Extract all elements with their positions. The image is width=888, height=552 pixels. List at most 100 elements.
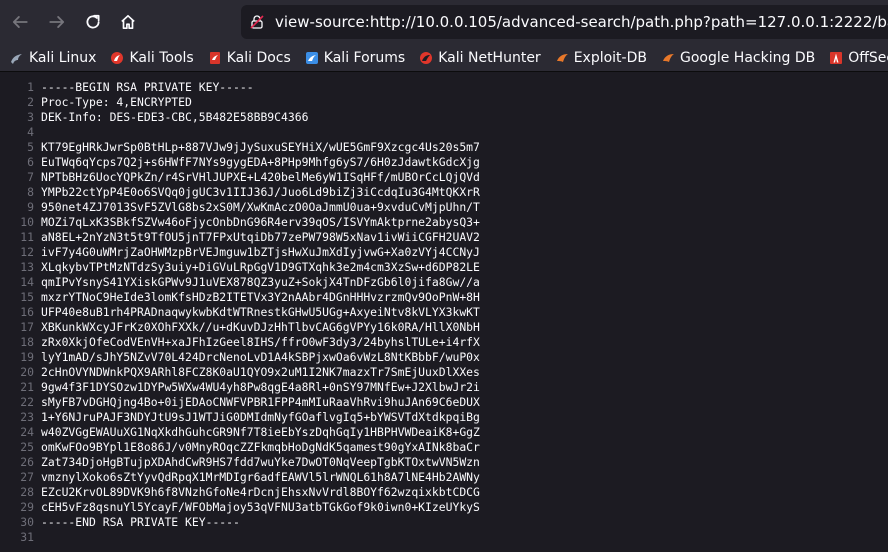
line-content: omKwFOo9BYpl1E8o86J/v0MnyROqcZZFkmqbHoDg… [41,440,480,454]
line-number: 30 [20,515,34,529]
home-icon [121,14,135,30]
source-line: 15 mxzrYTNoC9HeIde3lomKfsHDzB2ITETVx3Y2nA… [0,290,888,305]
line-content: 1+Y6NJruPAJF3NDYJtU9sJ1WTJiG0DMIdmNyfGOa… [41,410,480,424]
source-line: 26 Zat734DjoHgBTujpXDAhdCwR9HS7fdd7wuYke7… [0,455,888,470]
line-number: 3 [27,110,34,124]
source-line: 2 Proc-Type: 4,ENCRYPTED [0,95,888,110]
bookmark-exploit-db[interactable]: Exploit-DB [553,46,653,70]
line-content: ivF7y4G0uWMrjZaOHWMzpBrVEJmguw1bZTjsHwXu… [41,245,480,259]
line-content: lyY1mAD/sJhY5NZvV70L424DrcNenoLvD1A4kSBP… [41,350,480,364]
line-number: 4 [27,125,34,139]
line-content: XBKunkWXcyJFrKz0XOhFXXk//u+dKuvDJzHhTlbv… [41,320,480,334]
line-number: 24 [20,425,34,439]
line-content: cEH5vFz8qsnuYl5YcayF/WFObMajoy53qVFNU3at… [41,500,480,514]
line-content: zRx0XkjOfeCodVEnVH+xaJFhIzGeel8IHS/ffrO0… [41,335,480,349]
back-button[interactable] [6,8,34,36]
insecure-lock-icon[interactable] [249,14,265,30]
line-content: YMPb22ctYpP4E0o6SVQq0jgUC3v1IIJ36J/Juo6L… [41,185,480,199]
source-line: 14 qmIPvYsnyS41YXiskGPWv9J1uVEX878QZ3yuZ+… [0,275,888,290]
source-line: 28 EZcU2KrvOL89DVK9h6f8VNzhGfoNe4rDcnjEhs… [0,485,888,500]
line-content: w40ZVGgEWAUuXG1NqXkdhGuhcGR9Nf7T8ieEbYsz… [41,425,480,439]
forward-arrow-icon [49,16,65,28]
source-line: 24 w40ZVGgEWAUuXG1NqXkdhGuhcGR9Nf7T8ieEbY… [0,425,888,440]
bookmark-kali-tools[interactable]: Kali Tools [108,46,199,70]
bookmark-kali-docs[interactable]: Kali Docs [206,46,297,70]
source-view[interactable]: 1 -----BEGIN RSA PRIVATE KEY----- 2 Proc-Ty… [0,80,888,545]
line-content: vmznylXoko6sZtYyvQdRpqX1MrMDIgr6adfEAWVl… [41,470,480,484]
source-line: 29 cEH5vFz8qsnuYl5YcayF/WFObMajoy53qVFNU3… [0,500,888,515]
line-number: 5 [27,140,34,154]
line-number: 16 [20,305,34,319]
source-line: 8 YMPb22ctYpP4E0o6SVQq0jgUC3v1IIJ36J/Juo6… [0,185,888,200]
line-number: 31 [20,530,34,544]
line-content: KT79EgHRkJwrSp0BtHLp+887VJw9jJySuxuSEYHi… [41,140,480,154]
source-line: 31 [0,530,888,545]
source-line: 7 NPTbBHz6UocYQPkZn/r4SrVHlJUPXE+L420belM… [0,170,888,185]
bookmark-kali-linux[interactable]: Kali Linux [8,46,102,70]
source-line: 12 ivF7y4G0uWMrjZaOHWMzpBrVEJmguw1bZTjsHw… [0,245,888,260]
back-arrow-icon [12,16,28,28]
source-line: 6 EuTWq6qYcps7Q2j+s6HWfF7NYs9gygEDA+8PHp9… [0,155,888,170]
line-content: UFP40e8uB1rh4PRADnaqwykwbKdtWTRnestkGHwU… [41,305,480,319]
line-number: 7 [27,170,34,184]
line-content: EZcU2KrvOL89DVK9h6f8VNzhGfoNe4rDcnjEhsxN… [41,485,480,499]
source-line: 18 zRx0XkjOfeCodVEnVH+xaJFhIzGeel8IHS/ffr… [0,335,888,350]
kali-dragon-icon [11,53,22,64]
line-number: 14 [20,275,34,289]
bookmark-offsec[interactable]: OffSec [827,46,888,70]
line-content: DEK-Info: DES-EDE3-CBC,5B482E58BB9C4366 [41,110,309,124]
bookmark-label: OffSec [848,49,888,66]
bookmark-label: Kali Forums [323,49,406,66]
source-line: 9 950net4ZJ7013SvF5ZVlG8bs2xS0M/XwKmAczO0… [0,200,888,215]
line-content: sMyFB7vDGHQjng4Bo+0ijEDAoCNWFVPBR1FPP4mM… [41,395,480,409]
bookmark-kali-forums[interactable]: Kali Forums [303,46,411,70]
line-number: 8 [27,185,34,199]
ghdb-icon [662,53,674,62]
source-line: 16 UFP40e8uB1rh4PRADnaqwykwbKdtWTRnestkGH… [0,305,888,320]
source-line: 10 MOZi7qLxK3SBkfSZVw46oFjycOnbDnG96R4erv… [0,215,888,230]
source-line: 3 DEK-Info: DES-EDE3-CBC,5B482E58BB9C4366 [0,110,888,125]
offsec-icon [830,51,843,64]
url-bar[interactable]: view-source:http://10.0.0.105/advanced-s… [241,5,888,39]
bookmark-google-hacking-db[interactable]: Google Hacking DB [659,46,821,70]
source-line: 19 lyY1mAD/sJhY5NZvV70L424DrcNenoLvD1A4kS… [0,350,888,365]
line-number: 15 [20,290,34,304]
reload-icon [86,14,100,29]
line-number: 17 [20,320,34,334]
source-line: 22 sMyFB7vDGHQjng4Bo+0ijEDAoCNWFVPBR1FPP4… [0,395,888,410]
bookmark-label: Kali Tools [129,49,194,66]
home-button[interactable] [114,8,142,36]
line-content: mxzrYTNoC9HeIde3lomKfsHDzB2ITETVx3Y2nAAb… [41,290,480,304]
bookmarks-toolbar: Kali Linux Kali Tools Kali Docs Kali For… [0,44,888,72]
reload-button[interactable] [79,8,107,36]
kali-tools-icon [111,51,124,64]
line-number: 29 [20,500,34,514]
line-number: 11 [20,230,34,244]
url-text[interactable]: view-source:http://10.0.0.105/advanced-s… [275,13,888,31]
line-number: 6 [27,155,34,169]
line-number: 13 [20,260,34,274]
source-line: 23 1+Y6NJruPAJF3NDYJtU9sJ1WTJiG0DMIdmNyfG… [0,410,888,425]
line-content: Zat734DjoHgBTujpXDAhdCwR9HS7fdd7wuYke7Dw… [41,455,480,469]
line-content: 2cHnOVYNDWnkPQX9ARhl8FCZ8K0aU1QYO9x2uM1I… [41,365,480,379]
line-content: XLqkybvTPtMzNTdzSy3uiy+DiGVuLRpGgV1D9GTX… [41,260,480,274]
line-content: aN8EL+2nYzN3t5t9TfOU5jnT7FPxUtqiDb77zePW… [41,230,480,244]
bookmark-kali-nethunter[interactable]: Kali NetHunter [417,46,546,70]
source-line: 30 -----END RSA PRIVATE KEY----- [0,515,888,530]
line-number: 1 [27,80,34,94]
bookmark-label: Google Hacking DB [679,49,816,66]
line-number: 12 [20,245,34,259]
line-number: 25 [20,440,34,454]
line-content: -----END RSA PRIVATE KEY----- [41,515,240,529]
line-content: 9gw4f3F1DYSOzw1DYPw5WXw4WU4yh8Pw8qgE4a8R… [41,380,480,394]
browser-toolbar: view-source:http://10.0.0.105/advanced-s… [0,0,888,44]
line-number: 18 [20,335,34,349]
kali-forums-icon [305,51,318,64]
line-content: -----BEGIN RSA PRIVATE KEY----- [41,80,254,94]
forward-button[interactable] [43,8,71,36]
line-content: EuTWq6qYcps7Q2j+s6HWfF7NYs9gygEDA+8PHp9M… [41,155,480,169]
source-line: 5 KT79EgHRkJwrSp0BtHLp+887VJw9jJySuxuSEYH… [0,140,888,155]
source-line: 21 9gw4f3F1DYSOzw1DYPw5WXw4WU4yh8Pw8qgE4a… [0,380,888,395]
line-content: NPTbBHz6UocYQPkZn/r4SrVHlJUPXE+L420belMe… [41,170,480,184]
source-line: 25 omKwFOo9BYpl1E8o86J/v0MnyROqcZZFkmqbHo… [0,440,888,455]
